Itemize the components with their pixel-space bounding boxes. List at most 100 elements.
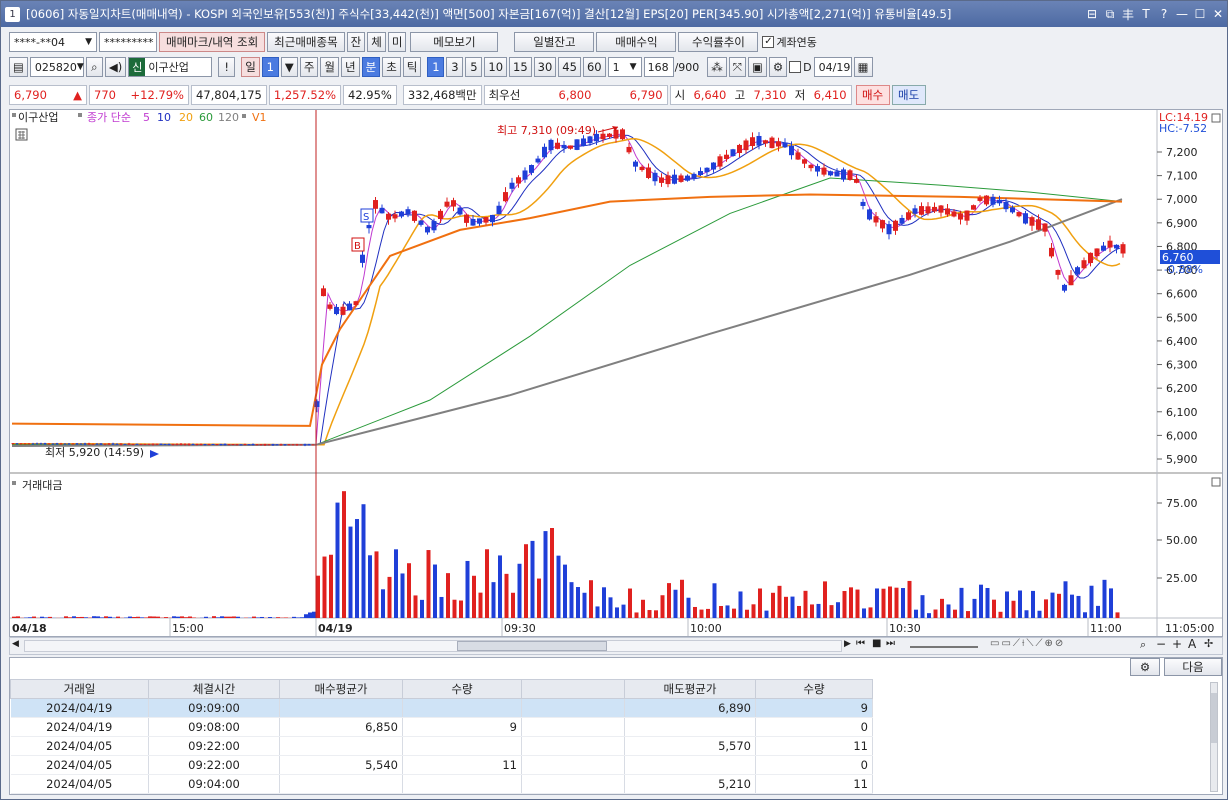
volume-bar <box>407 563 411 618</box>
interval-5-button[interactable]: 5 <box>465 57 483 77</box>
doc-icon[interactable]: ▤ <box>9 57 28 77</box>
table-row[interactable]: 2024/04/19 09:09:00 6,890 9 <box>10 698 873 718</box>
legend-ma10: 10 <box>157 111 171 124</box>
chart-pane[interactable]: 7,200 7,100 7,000 6,900 6,800 6,700 6,600 6,500… <box>9 109 1223 637</box>
chevron-down-icon[interactable]: ▼ <box>280 57 298 77</box>
volume-bar <box>433 564 437 618</box>
candle-body <box>1049 247 1054 257</box>
last-page-icon[interactable]: ⏭ <box>886 638 895 649</box>
checkbox-checked-icon[interactable]: ✓ <box>762 36 775 48</box>
interval-3-button[interactable]: 3 <box>446 57 464 77</box>
interval-30-button[interactable]: 30 <box>533 57 557 77</box>
volume-bar <box>654 610 658 618</box>
scrollbar-thumb[interactable] <box>457 641 607 651</box>
maximize-icon[interactable]: ☐ <box>1191 7 1209 21</box>
cell-sell-qty: 11 <box>755 736 873 756</box>
sell-button[interactable]: 매도 <box>891 85 926 105</box>
zoom-search-icon[interactable]: ⌕ <box>1140 638 1146 652</box>
volume-bar <box>738 591 743 618</box>
period-year-button[interactable]: 년 <box>341 57 360 77</box>
daily-balance-button[interactable]: 일별잔고 <box>514 32 595 52</box>
d-checkbox[interactable] <box>789 61 802 73</box>
scroll-right-icon[interactable]: ▶ <box>844 639 851 649</box>
stock-name-field[interactable]: 신 이구산업 <box>128 57 213 77</box>
period-week-button[interactable]: 주 <box>299 57 319 77</box>
volume-bar <box>589 580 593 618</box>
candle-body <box>1016 212 1022 217</box>
font-size-icon[interactable]: A <box>1188 637 1196 651</box>
pane-close-icon[interactable] <box>1211 477 1221 487</box>
interval-10-button[interactable]: 10 <box>484 57 508 77</box>
save-icon[interactable]: ▣ <box>747 57 767 77</box>
candle-body <box>613 129 619 139</box>
scroll-left-icon[interactable]: ◀ <box>12 639 19 649</box>
zoom-in-icon[interactable]: + <box>1172 637 1182 651</box>
indicator-icon[interactable]: ⁂ <box>707 57 727 77</box>
copy-icon[interactable]: ⧉ <box>1101 7 1119 22</box>
gear-icon[interactable]: ⚙ <box>1130 658 1160 676</box>
filled-button[interactable]: 체 <box>367 32 386 52</box>
stop-icon[interactable]: ■ <box>872 638 881 649</box>
crosshair-icon[interactable]: ✢ <box>1204 637 1213 650</box>
table-row[interactable]: 2024/04/05 09:22:00 5,540 11 0 <box>10 755 873 775</box>
zoom-out-icon[interactable]: − <box>1156 637 1166 651</box>
layout-icon[interactable]: ⊟ <box>1083 7 1101 21</box>
alert-button[interactable]: ! <box>218 57 236 77</box>
pane-close-icon[interactable] <box>1211 113 1221 123</box>
drawing-tools-icons[interactable]: ▭▭⟋⟊⟍⟋⊕⊘ <box>990 638 1065 649</box>
table-row[interactable]: 2024/04/05 09:04:00 5,210 11 <box>10 774 873 794</box>
data-count-input[interactable]: 168 <box>643 57 674 77</box>
volume-bar <box>172 616 176 618</box>
candle-body <box>516 177 521 184</box>
memo-button[interactable]: 메모보기 <box>410 32 499 52</box>
stock-code-input[interactable]: 025820 ▼ <box>29 57 84 77</box>
candle-body <box>672 174 677 184</box>
chart-scrollbar[interactable] <box>24 640 842 652</box>
date-input[interactable]: 04/19 <box>813 57 852 77</box>
buy-button[interactable]: 매수 <box>855 85 890 105</box>
price-volume-chart[interactable]: 7,2007,1007,0006,9006,8006,7006,6006,500… <box>10 110 1222 636</box>
first-page-icon[interactable]: ⏮ <box>856 638 865 649</box>
minimize-icon[interactable]: — <box>1173 7 1191 21</box>
period-tick-button[interactable]: 틱 <box>402 57 422 77</box>
compare-icon[interactable]: ⤧ <box>728 57 746 77</box>
help-icon[interactable]: ? <box>1155 7 1173 21</box>
next-button[interactable]: 다음 <box>1164 658 1222 676</box>
unfilled-button[interactable]: 미 <box>387 32 407 52</box>
table-scrollbar-thumb[interactable] <box>1211 693 1217 743</box>
period-second-button[interactable]: 초 <box>382 57 401 77</box>
trade-profit-button[interactable]: 매매수익 <box>596 32 677 52</box>
volume-bar <box>901 588 905 618</box>
interval-1-button[interactable]: 1 <box>427 57 445 77</box>
period-day-button[interactable]: 일 <box>241 57 260 77</box>
period-minute-button[interactable]: 분 <box>361 57 381 77</box>
table-row[interactable]: 2024/04/05 09:22:00 5,570 11 <box>10 736 873 756</box>
candle-body <box>1029 217 1035 226</box>
trade-mark-button[interactable]: 매매마크/내역 조회 <box>159 32 266 52</box>
account-link-toggle[interactable]: ✓ 계좌연동 <box>762 34 817 50</box>
zoom-slider[interactable] <box>910 646 978 648</box>
candle-body <box>287 444 291 446</box>
period-day-count[interactable]: 1 <box>261 57 279 77</box>
volume-bar <box>998 611 1003 618</box>
interval-45-button[interactable]: 45 <box>558 57 581 77</box>
account-select[interactable]: ****-**04 ▼ <box>9 32 97 52</box>
calendar-icon[interactable]: ▦ <box>853 57 873 77</box>
table-row[interactable]: 2024/04/19 09:08:00 6,850 9 0 <box>10 717 873 737</box>
volume-bar <box>576 587 580 618</box>
balance-button[interactable]: 잔 <box>346 32 366 52</box>
gear-icon[interactable]: ⚙ <box>768 57 788 77</box>
interval-60-button[interactable]: 60 <box>582 57 606 77</box>
font-icon[interactable]: T <box>1137 7 1155 21</box>
speaker-icon[interactable]: ◀) <box>104 57 127 77</box>
recent-items-button[interactable]: 최근매매종목 <box>267 32 345 52</box>
pin-icon[interactable]: 丰 <box>1119 6 1137 23</box>
table-scrollbar[interactable] <box>1210 682 1218 792</box>
return-trend-button[interactable]: 수익률추이 <box>678 32 759 52</box>
interval-count-select[interactable]: 1 ▼ <box>607 57 642 77</box>
close-icon[interactable]: ✕ <box>1209 7 1227 21</box>
period-month-button[interactable]: 월 <box>320 57 339 77</box>
search-icon[interactable]: ⌕ <box>85 57 103 77</box>
password-input[interactable]: ********* <box>99 32 157 52</box>
interval-15-button[interactable]: 15 <box>509 57 532 77</box>
